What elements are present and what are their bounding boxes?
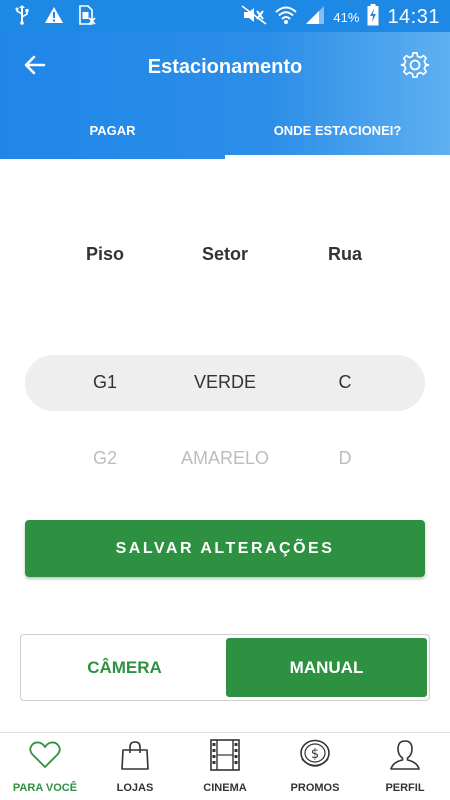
battery-percent: 41% — [333, 10, 360, 25]
signal-icon — [305, 5, 325, 30]
tab-onde-estacionei[interactable]: ONDE ESTACIONEI? — [225, 114, 450, 159]
picker-option-setor[interactable]: AMARELO — [181, 448, 269, 469]
nav-label-para-voce: PARA VOCÊ — [12, 782, 78, 794]
mode-camera-button[interactable]: CÂMERA — [24, 638, 225, 697]
nav-item-lojas[interactable]: LOJAS — [90, 733, 180, 800]
picker-value-setor[interactable]: VERDE — [194, 372, 256, 393]
shopping-bag-icon — [118, 738, 152, 772]
nav-item-cinema[interactable]: CINEMA — [180, 733, 270, 800]
nav-item-para-voce[interactable]: PARA VOCÊ — [0, 733, 90, 800]
mode-toggle: CÂMERA MANUAL — [20, 634, 430, 701]
nav-label-perfil: PERFIL — [385, 782, 425, 794]
column-header-rua: Rua — [327, 244, 363, 264]
picker-option-piso[interactable]: G2 — [93, 448, 117, 469]
svg-text:$: $ — [311, 747, 319, 762]
tab-pagar[interactable]: PAGAR — [0, 114, 225, 159]
nav-label-lojas: LOJAS — [116, 782, 154, 794]
column-header-piso: Piso — [85, 244, 125, 264]
warning-icon — [44, 6, 64, 29]
tab-bar: PAGAR ONDE ESTACIONEI? — [0, 114, 450, 159]
nav-item-promos[interactable]: $ PROMOS — [270, 733, 360, 800]
clock: 14:31 — [387, 6, 440, 28]
gear-icon — [400, 50, 430, 85]
picker-option-rua[interactable]: D — [339, 448, 352, 469]
heart-icon — [28, 738, 62, 772]
nav-label-promos: PROMOS — [290, 782, 340, 794]
usb-icon — [14, 5, 30, 30]
status-right-icons: 41% 14:31 — [241, 4, 440, 31]
mute-icon — [241, 5, 267, 30]
picker-next-row[interactable]: G2 AMARELO D — [0, 448, 450, 478]
picker-value-rua[interactable]: C — [339, 372, 352, 393]
battery-charging-icon — [367, 4, 379, 31]
nav-item-perfil[interactable]: PERFIL — [360, 733, 450, 800]
column-header-setor: Setor — [201, 244, 249, 264]
nav-label-cinema: CINEMA — [203, 782, 247, 794]
app-bar: Estacionamento PAGAR ONDE ESTACIONEI? — [0, 32, 450, 159]
film-strip-icon — [208, 738, 242, 772]
mode-manual-button[interactable]: MANUAL — [226, 638, 427, 697]
person-icon — [388, 738, 422, 772]
sim-card-icon — [78, 5, 96, 30]
settings-button[interactable] — [398, 50, 432, 84]
status-left-icons — [14, 5, 96, 30]
wifi-icon — [275, 5, 298, 30]
dollar-coin-icon: $ — [298, 738, 332, 772]
picker-selected-row[interactable]: G1 VERDE C — [0, 372, 450, 402]
picker-value-piso[interactable]: G1 — [93, 372, 117, 393]
page-title: Estacionamento — [147, 56, 303, 78]
bottom-navigation: PARA VOCÊ LOJAS CINEMA $ PROMOS PERFIL — [0, 732, 450, 800]
status-bar: 41% 14:31 — [0, 0, 450, 32]
save-button[interactable]: SALVAR ALTERAÇÕES — [25, 520, 425, 577]
